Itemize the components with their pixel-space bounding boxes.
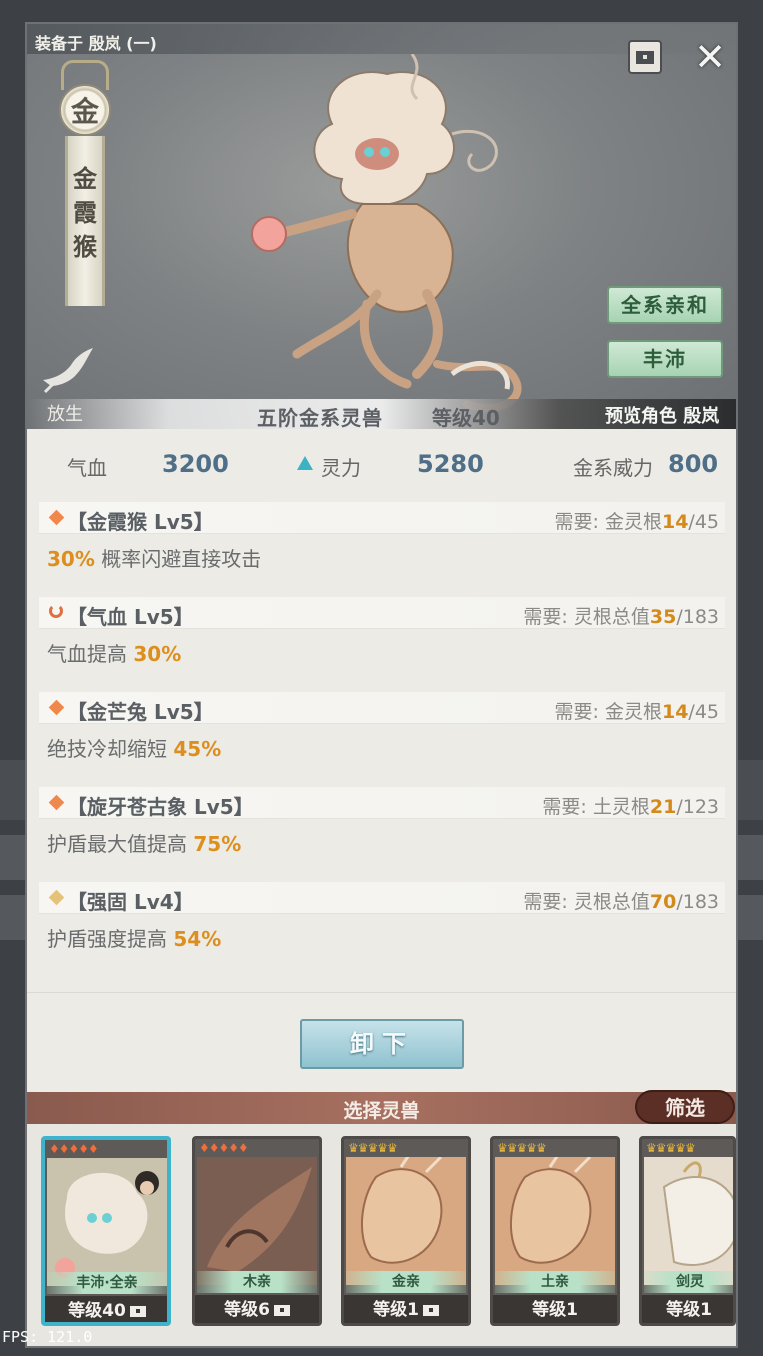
skill-name: 【金霞猴 Lv5】	[67, 510, 214, 534]
skill-name: 【气血 Lv5】	[67, 605, 194, 629]
skill-name: 【金芒兔 Lv5】	[67, 700, 214, 724]
skill-requirement: 需要: 灵根总值70/183	[523, 891, 719, 913]
skill-description: 护盾最大值提高 75%	[47, 832, 242, 856]
white-dragon-portrait	[644, 1157, 733, 1285]
affinity-tag: 丰沛·全亲	[47, 1272, 167, 1294]
element-badge: 金	[59, 84, 111, 136]
skill-description: 护盾强度提高 54%	[47, 927, 222, 951]
skill-name: 【旋牙苍古象 Lv5】	[67, 795, 254, 819]
equipped-label: 装备于 殷岚 (一)	[35, 34, 157, 53]
dragon-portrait	[495, 1157, 615, 1285]
eagle-portrait	[197, 1157, 317, 1285]
select-beast-title: 选择灵兽	[343, 1100, 420, 1122]
skill-header: 【气血 Lv5】 需要: 灵根总值35/183	[39, 597, 725, 629]
chest-icon	[636, 50, 654, 64]
golden-monkey-illustration	[251, 54, 522, 412]
spirit-value: 5280	[417, 450, 484, 478]
diamond-icon	[48, 699, 65, 716]
star-rating: ♦♦♦♦♦	[49, 1142, 99, 1156]
chest-icon	[422, 1304, 439, 1316]
skill-entry: 【金芒兔 Lv5】 需要: 金灵根14/45 绝技冷却缩短 45%	[39, 692, 725, 771]
skill-requirement: 需要: 金灵根14/45	[554, 511, 719, 533]
beast-name-banner: 金 霞 猴	[65, 136, 105, 306]
affinity-tag: 金亲	[346, 1271, 466, 1293]
beast-card[interactable]: ♦♦♦♦♦ 木亲 等级6	[192, 1136, 322, 1326]
star-rating: ♦♦♦♦♦	[199, 1141, 249, 1155]
skill-name: 【强固 Lv4】	[67, 890, 194, 914]
star-rating: ♛♛♛♛♛	[646, 1141, 696, 1155]
beast-detail-panel: 装备于 殷岚 (一) ✕ 金 金 霞 猴 全系亲和 丰沛 五阶金系灵兽 等级40…	[25, 22, 738, 1348]
affinity-tag: 剑灵	[644, 1271, 733, 1293]
star-rating: ♛♛♛♛♛	[497, 1141, 547, 1155]
refresh-icon	[49, 604, 63, 618]
card-level: 等级40	[45, 1296, 167, 1322]
skill-requirement: 需要: 灵根总值35/183	[523, 606, 719, 628]
filter-button[interactable]: 筛选	[635, 1090, 735, 1124]
skill-entry: 【气血 Lv5】 需要: 灵根总值35/183 气血提高 30%	[39, 597, 725, 676]
chest-icon	[129, 1305, 146, 1317]
diamond-icon	[48, 889, 65, 906]
beast-hero: 装备于 殷岚 (一) ✕ 金 金 霞 猴 全系亲和 丰沛 五阶金系灵兽 等级40…	[27, 24, 736, 430]
stats-row: 气血 3200 灵力 5280 金系威力 800	[27, 442, 736, 492]
skill-entry: 【强固 Lv4】 需要: 灵根总值70/183 护盾强度提高 54%	[39, 882, 725, 961]
card-level: 等级1	[642, 1295, 733, 1323]
skill-entry: 【旋牙苍古象 Lv5】 需要: 土灵根21/123 护盾最大值提高 75%	[39, 787, 725, 866]
bird-icon	[43, 348, 93, 394]
name-char: 猴	[73, 233, 97, 261]
skill-description: 30% 概率闪避直接攻击	[47, 547, 262, 571]
dragon-portrait	[346, 1157, 466, 1285]
skill-description: 气血提高 30%	[47, 642, 182, 666]
skill-requirement: 需要: 土灵根21/123	[542, 796, 719, 818]
affinity-tag: 土亲	[495, 1271, 615, 1293]
divider	[27, 992, 736, 993]
diamond-icon	[48, 794, 65, 811]
fps-counter: FPS: 121.0	[2, 1328, 93, 1346]
select-beast-bar: 选择灵兽	[27, 1092, 736, 1124]
preview-character[interactable]: 预览角色 殷岚	[605, 402, 719, 428]
hp-value: 3200	[162, 450, 229, 478]
card-level: 等级1	[493, 1295, 617, 1323]
diamond-icon	[48, 509, 65, 526]
skill-header: 【强固 Lv4】 需要: 灵根总值70/183	[39, 882, 725, 914]
beast-rank: 五阶金系灵兽	[257, 406, 383, 430]
skill-description: 绝技冷却缩短 45%	[47, 737, 222, 761]
close-button[interactable]: ✕	[689, 36, 731, 78]
affinity-tag: 木亲	[197, 1271, 317, 1293]
affinity-all-tag[interactable]: 全系亲和	[607, 286, 723, 324]
abundant-tag[interactable]: 丰沛	[607, 340, 723, 378]
beast-level: 等级40	[432, 406, 500, 430]
monkey-portrait	[47, 1158, 167, 1286]
metal-power-label: 金系威力	[573, 456, 653, 480]
skill-requirement: 需要: 金灵根14/45	[554, 701, 719, 723]
beast-card[interactable]: ♦♦♦♦♦ 丰沛·全亲 等级40	[41, 1136, 171, 1326]
metal-power-value: 800	[668, 450, 719, 478]
name-char: 金	[73, 165, 97, 193]
skill-header: 【金芒兔 Lv5】 需要: 金灵根14/45	[39, 692, 725, 724]
beast-card[interactable]: ♛♛♛♛♛ 土亲 等级1	[490, 1136, 620, 1326]
beast-card-list: ♦♦♦♦♦ 丰沛·全亲 等级40 ♦♦♦♦♦ 木亲 等级6 ♛♛♛♛♛ 金亲 等…	[27, 1124, 736, 1346]
beast-card[interactable]: ♛♛♛♛♛ 剑灵 等级1	[639, 1136, 736, 1326]
card-level: 等级1	[344, 1295, 468, 1323]
skill-header: 【旋牙苍古象 Lv5】 需要: 土灵根21/123	[39, 787, 725, 819]
skill-entry: 【金霞猴 Lv5】 需要: 金灵根14/45 30% 概率闪避直接攻击	[39, 502, 725, 581]
chest-icon	[273, 1304, 290, 1316]
unequip-button[interactable]: 卸下	[300, 1019, 464, 1069]
increase-arrow-icon	[297, 456, 313, 470]
lock-chest-button[interactable]	[628, 40, 662, 74]
hp-label: 气血	[67, 456, 107, 480]
star-rating: ♛♛♛♛♛	[348, 1141, 398, 1155]
beast-card[interactable]: ♛♛♛♛♛ 金亲 等级1	[341, 1136, 471, 1326]
skill-header: 【金霞猴 Lv5】 需要: 金灵根14/45	[39, 502, 725, 534]
spirit-label: 灵力	[321, 456, 361, 480]
card-level: 等级6	[195, 1295, 319, 1323]
name-char: 霞	[73, 199, 97, 227]
